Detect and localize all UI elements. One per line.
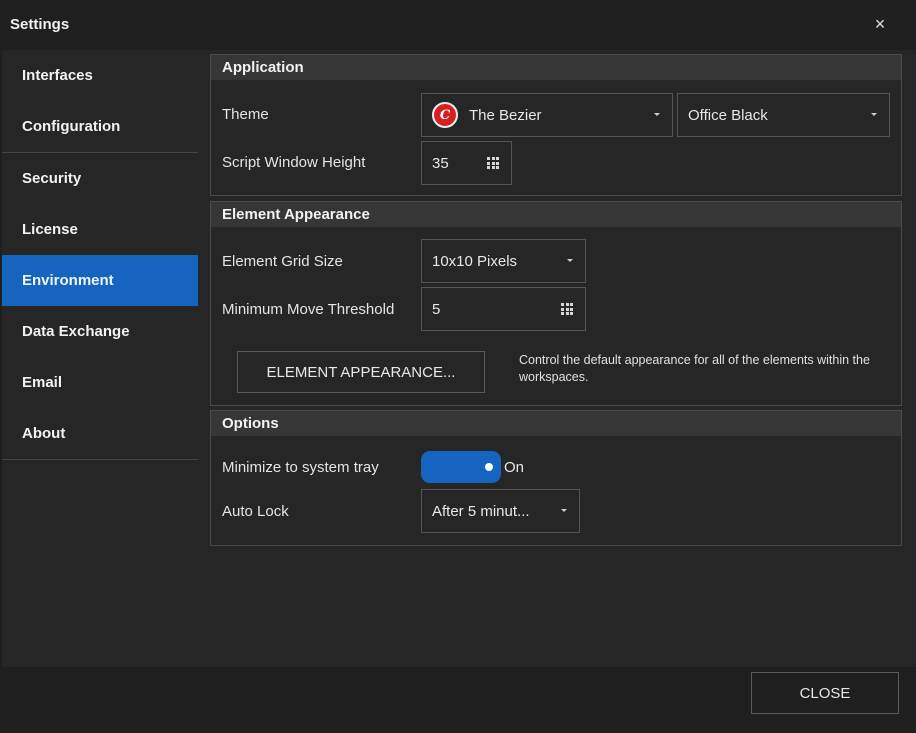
settings-window: Settings × Interfaces Configuration Secu… bbox=[0, 0, 916, 733]
script-height-value: 35 bbox=[432, 154, 449, 172]
move-threshold-input[interactable]: 5 bbox=[421, 287, 586, 331]
chevron-down-icon bbox=[654, 113, 660, 116]
chevron-down-icon bbox=[567, 259, 573, 262]
theme-value: The Bezier bbox=[469, 106, 542, 124]
autolock-label: Auto Lock bbox=[222, 503, 289, 520]
autolock-dropdown[interactable]: After 5 minut... bbox=[421, 489, 580, 533]
grid-size-value: 10x10 Pixels bbox=[432, 252, 518, 270]
theme-dropdown[interactable]: C The Bezier bbox=[421, 93, 673, 137]
sidebar-item-configuration[interactable]: Configuration bbox=[2, 101, 198, 152]
script-height-label: Script Window Height bbox=[222, 154, 366, 171]
close-icon[interactable]: × bbox=[872, 14, 888, 34]
move-threshold-label: Minimum Move Threshold bbox=[222, 301, 395, 318]
chevron-down-icon bbox=[871, 113, 877, 116]
minimize-toggle[interactable] bbox=[421, 451, 501, 483]
element-appearance-heading: Element Appearance bbox=[211, 202, 901, 227]
script-height-input[interactable]: 35 bbox=[421, 141, 512, 185]
minimize-state: On bbox=[504, 459, 525, 476]
window-title: Settings bbox=[10, 16, 70, 33]
application-section: Application Theme C The Bezier Office Bl… bbox=[210, 54, 902, 196]
sidebar-item-interfaces[interactable]: Interfaces bbox=[2, 50, 198, 101]
skin-dropdown[interactable]: Office Black bbox=[677, 93, 890, 137]
options-heading: Options bbox=[211, 411, 901, 436]
toggle-knob bbox=[485, 463, 493, 471]
autolock-value: After 5 minut... bbox=[432, 502, 530, 520]
keypad-icon bbox=[487, 157, 499, 169]
sidebar-item-license[interactable]: License bbox=[2, 204, 198, 255]
skin-value: Office Black bbox=[688, 106, 768, 124]
grid-size-dropdown[interactable]: 10x10 Pixels bbox=[421, 239, 586, 283]
application-heading: Application bbox=[211, 55, 901, 80]
sidebar-divider bbox=[2, 459, 198, 460]
minimize-label: Minimize to system tray bbox=[222, 459, 379, 476]
keypad-icon bbox=[561, 303, 573, 315]
sidebar-item-email[interactable]: Email bbox=[2, 357, 198, 408]
element-appearance-button[interactable]: ELEMENT APPEARANCE... bbox=[237, 351, 485, 393]
sidebar-item-security[interactable]: Security bbox=[2, 153, 198, 204]
move-threshold-value: 5 bbox=[432, 300, 441, 318]
title-bar: Settings × bbox=[0, 0, 916, 50]
sidebar-item-environment[interactable]: Environment bbox=[2, 255, 198, 306]
sidebar-item-data-exchange[interactable]: Data Exchange bbox=[2, 306, 198, 357]
close-button[interactable]: CLOSE bbox=[751, 672, 899, 714]
settings-body: Interfaces Configuration Security Licens… bbox=[2, 50, 916, 667]
theme-label: Theme bbox=[222, 106, 269, 123]
options-section: Options Minimize to system tray On Auto … bbox=[210, 410, 902, 546]
element-appearance-description: Control the default appearance for all o… bbox=[519, 353, 870, 384]
theme-logo-icon: C bbox=[432, 102, 458, 128]
chevron-down-icon bbox=[561, 509, 567, 512]
sidebar-item-about[interactable]: About bbox=[2, 408, 198, 459]
sidebar: Interfaces Configuration Security Licens… bbox=[2, 50, 198, 460]
grid-size-label: Element Grid Size bbox=[222, 253, 343, 270]
element-appearance-section: Element Appearance Element Grid Size 10x… bbox=[210, 201, 902, 406]
